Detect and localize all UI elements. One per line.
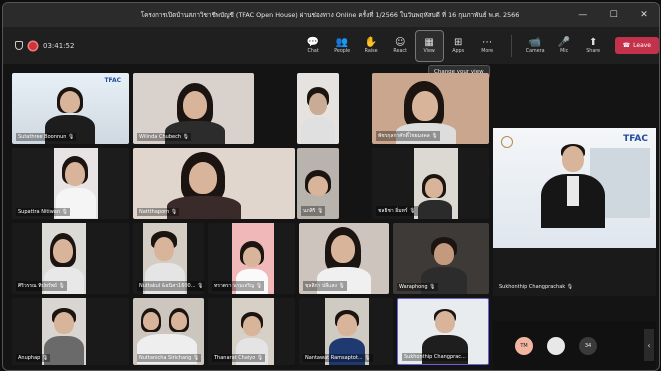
participant-tile[interactable]: ศิริวรรณ ทิปทรัพย์ 🎙 bbox=[12, 223, 129, 294]
tfac-logo: TFAC bbox=[623, 134, 648, 144]
close-icon[interactable]: ✕ bbox=[640, 10, 648, 20]
mic-icon: 🎙 bbox=[409, 208, 416, 214]
participant-name: ทราตรา นามเจริญ 🎙 bbox=[212, 281, 265, 291]
participant-name: Supattra Nitiwan 🎙 bbox=[16, 208, 70, 216]
participant-tile[interactable]: Anuphap 🎙 bbox=[12, 298, 129, 365]
meeting-timer: 03:41:52 bbox=[43, 41, 75, 50]
participant-name: ศิริวรรณ ทิปทรัพย์ 🎙 bbox=[16, 281, 67, 291]
share-icon: ⬆ bbox=[588, 37, 598, 48]
mic-icon: 🎙 bbox=[255, 283, 263, 289]
seal-icon bbox=[501, 136, 513, 148]
participant-name: Anuphap 🎙 bbox=[16, 354, 51, 362]
more-icon: ⋯ bbox=[482, 37, 493, 48]
meeting-status: 03:41:52 bbox=[3, 41, 274, 50]
participant-tile[interactable]: Nuttanicha Sirichang 🎙 bbox=[133, 298, 204, 365]
recording-icon[interactable] bbox=[29, 41, 37, 50]
participant-name: ชลธิชา อิ่มทร์ 🎙 bbox=[376, 206, 418, 216]
participant-name: นภสิริ 🎙 bbox=[301, 206, 326, 216]
phone-icon: ☎ bbox=[622, 42, 631, 49]
mic-icon: 🎙 bbox=[566, 284, 574, 290]
teams-meeting-window: โครงการเปิดบ้านสภาวิชาชีพบัญชี (TFAC Ope… bbox=[2, 2, 660, 371]
mic-icon: 🎙 bbox=[182, 134, 189, 140]
apps-icon: ⊞ bbox=[453, 37, 463, 48]
participant-name: Nattthaporn 🎙 bbox=[137, 208, 180, 216]
mic-icon: 🎤 bbox=[557, 37, 571, 48]
more-button[interactable]: ⋯ More bbox=[474, 31, 501, 61]
minimize-icon[interactable]: — bbox=[578, 10, 587, 20]
people-icon: 👥 bbox=[335, 37, 349, 48]
participant-tile[interactable]: นภสิริ 🎙 bbox=[297, 148, 339, 219]
maximize-icon[interactable]: ☐ bbox=[610, 10, 618, 20]
react-icon: ☺ bbox=[394, 37, 406, 48]
participant-tile[interactable]: Supattra Nitiwan 🎙 bbox=[12, 148, 129, 219]
shield-icon[interactable] bbox=[15, 41, 23, 50]
mic-icon: 🎙 bbox=[429, 284, 436, 290]
participant-tile[interactable]: TFAC Sutathree Boonnun 🎙 bbox=[12, 73, 129, 144]
participant-name: พัชรกุลกาศักดิ์ไชยมงคล 🎙 bbox=[376, 131, 440, 141]
participant-name: Nuttanicha Sirichang 🎙 bbox=[137, 354, 202, 362]
participant-tile[interactable]: Nantawat Ramsaptot... 🎙 bbox=[299, 298, 393, 365]
meeting-controls: 💬 Chat 👥 People ✋ Raise ☺ React ▦ View ⊞ Apps … bbox=[300, 29, 659, 62]
participant-tile[interactable]: ชลธิชา อิ่มทร์ 🎙 bbox=[372, 148, 489, 219]
participant-name: Wilinda Chubech 🎙 bbox=[137, 133, 191, 141]
chat-button[interactable]: 💬 Chat bbox=[300, 31, 327, 61]
meeting-toolbar: 03:41:52 💬 Chat 👥 People ✋ Raise ☺ React ▦ Vi… bbox=[3, 27, 659, 64]
mic-icon: 🎙 bbox=[338, 283, 345, 289]
participant-tile[interactable]: Thanarat Chaiyo 🎙 bbox=[208, 298, 295, 365]
mic-icon: 🎙 bbox=[197, 283, 204, 289]
participant-name: Waraphong 🎙 bbox=[397, 283, 438, 291]
raise-hand-icon: ✋ bbox=[364, 37, 378, 48]
window-title: โครงการเปิดบ้านสภาวิชาชีพบัญชี (TFAC Ope… bbox=[140, 11, 520, 19]
chat-icon: 💬 bbox=[306, 37, 320, 48]
camera-button[interactable]: 📹 Camera bbox=[522, 31, 549, 61]
window-controls: — ☐ ✕ bbox=[567, 10, 659, 20]
participant-name: Sukhonthip Changprac... bbox=[402, 353, 468, 361]
people-button[interactable]: 👥 People bbox=[329, 31, 356, 61]
mic-icon: 🎙 bbox=[41, 355, 49, 361]
participant-tile[interactable]: Wilinda Chubech 🎙 bbox=[133, 73, 254, 144]
participant-name: Nuttakul &ธนิสา1600... 🎙 bbox=[137, 281, 204, 291]
participant-tile[interactable]: Waraphong 🎙 bbox=[393, 223, 489, 294]
participant-tile-active[interactable]: Sukhonthip Changprac... bbox=[397, 298, 489, 365]
tfac-logo: TFAC bbox=[104, 77, 121, 84]
participant-tile[interactable]: Nattthaporn 🎙 bbox=[133, 148, 295, 219]
camera-icon: 📹 bbox=[528, 37, 542, 48]
participant-name: Thanarat Chaiyo 🎙 bbox=[212, 354, 266, 362]
view-button[interactable]: ▦ View bbox=[414, 29, 444, 62]
mic-icon: 🎙 bbox=[58, 283, 65, 289]
mic-icon: 🎙 bbox=[61, 209, 68, 215]
apps-button[interactable]: ⊞ Apps bbox=[445, 31, 472, 61]
participant-name: ชุลลิกา ปลีแสง 🎙 bbox=[303, 281, 347, 291]
participant-tile[interactable]: ชุลลิกา ปลีแสง 🎙 bbox=[299, 223, 389, 294]
react-button[interactable]: ☺ React bbox=[387, 31, 414, 61]
participant-tile[interactable]: พัชรกุลกาศักดิ์ไชยมงคล 🎙 bbox=[372, 73, 489, 144]
participant-tile[interactable] bbox=[297, 73, 339, 144]
participant-tile[interactable]: ทราตรา นามเจริญ 🎙 bbox=[208, 223, 295, 294]
mic-icon: 🎙 bbox=[68, 134, 75, 140]
participant-name: Sutathree Boonnun 🎙 bbox=[16, 133, 77, 141]
mic-icon: 🎙 bbox=[317, 208, 324, 214]
mic-icon: 🎙 bbox=[431, 133, 438, 139]
view-icon: ▦ bbox=[424, 37, 434, 48]
participant-grid: TFAC Sutathree Boonnun 🎙 Wilinda Chubech… bbox=[9, 71, 493, 367]
mic-button[interactable]: 🎤 Mic bbox=[551, 31, 578, 61]
title-bar: โครงการเปิดบ้านสภาวิชาชีพบัญชี (TFAC Ope… bbox=[3, 3, 659, 27]
avatar[interactable] bbox=[547, 336, 565, 355]
featured-speaker-tile[interactable]: TFAC Sukhonthip Changprachak 🎙 bbox=[493, 128, 656, 296]
mic-icon: 🎙 bbox=[170, 209, 178, 215]
mic-icon: 🎙 bbox=[256, 355, 264, 361]
raise-hand-button[interactable]: ✋ Raise bbox=[358, 31, 385, 61]
overflow-participants: TM 34 ‹ bbox=[493, 321, 656, 370]
chevron-left-icon[interactable]: ‹ bbox=[644, 329, 654, 361]
mic-icon: 🎙 bbox=[192, 355, 200, 361]
share-button[interactable]: ⬆ Share bbox=[580, 31, 607, 61]
more-participants-count[interactable]: 34 bbox=[579, 336, 597, 355]
leave-button[interactable]: ☎ Leave bbox=[614, 37, 659, 54]
avatar[interactable]: TM bbox=[515, 336, 533, 355]
participant-tile[interactable]: Nuttakul &ธนิสา1600... 🎙 bbox=[133, 223, 204, 294]
toolbar-divider bbox=[510, 34, 512, 57]
mic-icon: 🎙 bbox=[364, 355, 371, 361]
featured-speaker-name: Sukhonthip Changprachak 🎙 bbox=[499, 284, 574, 290]
participant-name: Nantawat Ramsaptot... 🎙 bbox=[303, 354, 373, 362]
